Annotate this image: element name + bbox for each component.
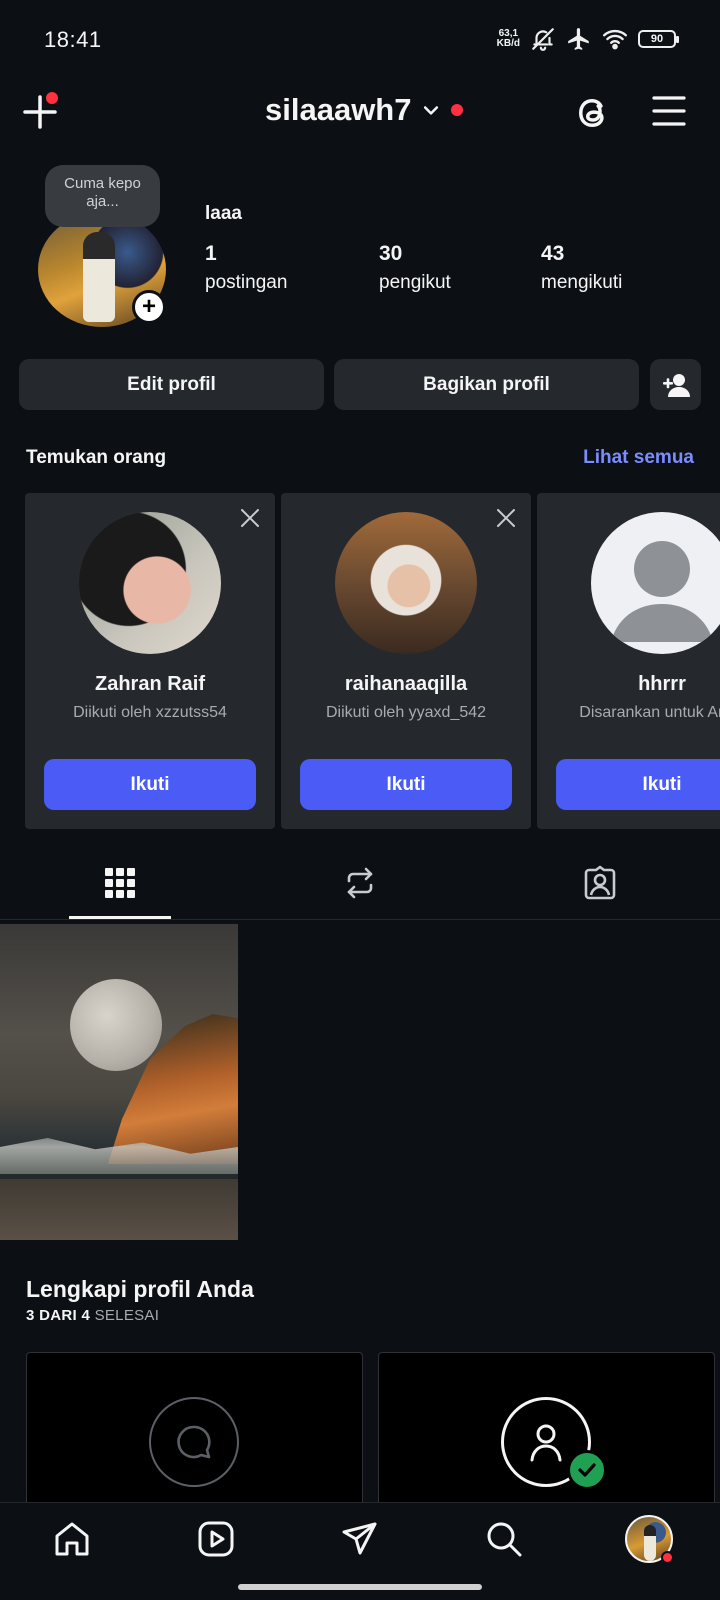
suggestion-avatar[interactable] <box>591 512 720 654</box>
follow-button[interactable]: Ikuti <box>300 759 512 810</box>
suggestion-name[interactable]: raihanaaqilla <box>281 673 531 696</box>
nav-search[interactable] <box>482 1517 526 1561</box>
edit-profile-button[interactable]: Edit profil <box>19 359 324 410</box>
add-story-icon[interactable]: + <box>132 290 166 324</box>
stat-posts[interactable]: 1 postingan <box>205 242 287 294</box>
suggestion-name[interactable]: hhrrr <box>537 673 720 696</box>
progress-word: SELESAI <box>94 1307 160 1324</box>
battery-level: 90 <box>650 33 664 45</box>
status-bar: 18:41 63,1 KB/d 90 <box>0 0 720 80</box>
suggestion-subtitle: Diikuti oleh yyaxd_542 <box>325 704 487 721</box>
reels-icon <box>198 1521 234 1557</box>
person-icon <box>530 1424 562 1462</box>
suggestion-avatar[interactable] <box>79 512 221 654</box>
discover-title: Temukan orang <box>26 447 167 468</box>
stat-following-value: 43 <box>541 242 565 265</box>
stat-posts-value: 1 <box>205 242 217 265</box>
new-content-dot <box>46 92 58 104</box>
follow-button[interactable]: Ikuti <box>44 759 256 810</box>
status-icons: 63,1 KB/d 90 <box>497 24 679 54</box>
battery-icon: 90 <box>638 30 679 48</box>
tagged-icon <box>584 865 616 899</box>
home-icon <box>55 1522 89 1556</box>
username-switcher[interactable]: silaaawh7 <box>265 92 464 128</box>
profile-note[interactable]: Cuma kepo aja... <box>45 165 160 227</box>
suggestion-card[interactable]: hhrrr Disarankan untuk Anda Ikuti <box>537 493 720 829</box>
stat-following[interactable]: 43 mengikuti <box>541 242 622 294</box>
suggestion-avatar[interactable] <box>335 512 477 654</box>
airplane-icon <box>568 28 589 50</box>
complete-profile-card-photo[interactable] <box>378 1352 715 1512</box>
username: silaaawh7 <box>265 92 412 127</box>
suggestion-card[interactable]: Zahran Raif Diikuti oleh xzzutss54 Ikuti <box>25 493 275 829</box>
see-all-link[interactable]: Lihat semua <box>583 447 694 469</box>
bell-off-icon <box>532 28 554 51</box>
close-icon[interactable] <box>239 507 261 529</box>
nav-direct[interactable] <box>338 1517 382 1561</box>
stat-posts-label: postingan <box>205 272 288 293</box>
progress-count: 3 DARI 4 <box>26 1307 91 1324</box>
nav-reels[interactable] <box>194 1517 238 1561</box>
suggestion-subtitle: Disarankan untuk Anda <box>579 704 720 721</box>
network-speed-unit: KB/d <box>496 38 520 49</box>
profile-notification-dot <box>661 1551 674 1564</box>
account-notification-dot <box>451 104 464 116</box>
bio-step-circle <box>149 1397 239 1487</box>
threads-icon[interactable] <box>572 92 614 134</box>
profile-header: silaaawh7 <box>0 80 720 150</box>
network-speed: 63,1 KB/d <box>497 29 520 49</box>
close-icon[interactable] <box>495 507 517 529</box>
stat-followers-value: 30 <box>379 242 403 265</box>
reposts-icon <box>347 867 373 898</box>
chevron-down-icon <box>424 106 439 115</box>
tab-posts-grid[interactable] <box>70 845 170 920</box>
suggestion-name[interactable]: Zahran Raif <box>25 673 275 696</box>
grid-icon <box>105 867 135 898</box>
direct-icon <box>342 1522 377 1555</box>
follow-button[interactable]: Ikuti <box>556 759 720 810</box>
active-tab-indicator <box>69 916 171 919</box>
stat-followers[interactable]: 30 pengikut <box>379 242 451 294</box>
post-thumbnail[interactable] <box>0 924 238 1240</box>
add-person-icon <box>662 373 690 397</box>
suggestion-card[interactable]: raihanaaqilla Diikuti oleh yyaxd_542 Iku… <box>281 493 531 829</box>
complete-profile-progress: 3 DARI 4 SELESAI <box>26 1307 159 1324</box>
default-avatar-icon <box>611 541 713 642</box>
home-indicator[interactable] <box>238 1584 482 1590</box>
stat-following-label: mengikuti <box>541 272 623 293</box>
display-name: laaa <box>205 203 242 224</box>
tab-tagged[interactable] <box>550 845 650 920</box>
share-profile-button[interactable]: Bagikan profil <box>334 359 639 410</box>
profile-avatar-container[interactable]: + <box>38 212 168 327</box>
complete-profile-card-bio[interactable] <box>26 1352 363 1512</box>
suggestion-subtitle: Diikuti oleh xzzutss54 <box>73 704 227 721</box>
speech-bubble-icon <box>177 1425 211 1459</box>
status-time: 18:41 <box>44 27 102 52</box>
complete-profile-title: Lengkapi profil Anda <box>26 1276 254 1302</box>
menu-icon[interactable] <box>652 94 686 128</box>
wifi-icon <box>602 29 628 50</box>
checkmark-icon <box>567 1450 607 1490</box>
profile-tabs <box>0 845 720 920</box>
stat-followers-label: pengikut <box>379 272 451 293</box>
discover-people-button[interactable] <box>650 359 701 410</box>
discover-carousel[interactable]: Zahran Raif Diikuti oleh xzzutss54 Ikuti… <box>25 493 720 829</box>
nav-home[interactable] <box>50 1517 94 1561</box>
tab-reposts[interactable] <box>310 845 410 920</box>
search-icon <box>487 1522 522 1557</box>
